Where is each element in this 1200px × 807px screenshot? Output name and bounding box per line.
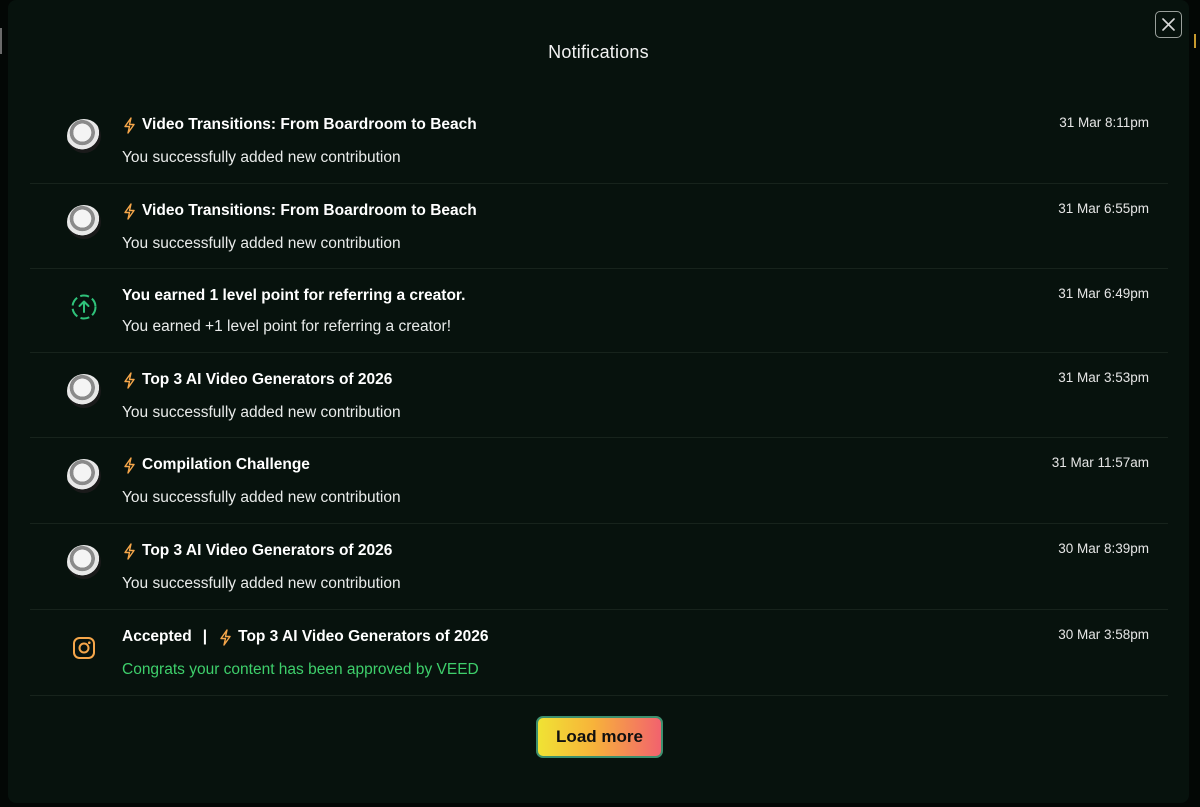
notification-title: Video Transitions: From Boardroom to Bea…	[122, 202, 477, 220]
notification-time: 30 Mar 3:58pm	[1058, 627, 1149, 642]
notification-item[interactable]: Compilation Challenge You successfully a…	[30, 438, 1168, 524]
notification-message: You successfully added new contribution	[122, 489, 401, 506]
close-icon	[1162, 18, 1175, 31]
notification-item[interactable]: Top 3 AI Video Generators of 2026 You su…	[30, 353, 1168, 438]
notification-title: Top 3 AI Video Generators of 2026	[122, 371, 392, 389]
notification-title: Accepted | Top 3 AI Video Generators of …	[122, 628, 489, 646]
notification-title: You earned 1 level point for referring a…	[122, 287, 466, 304]
notification-item[interactable]: You earned 1 level point for referring a…	[30, 269, 1168, 353]
avatar	[66, 204, 102, 240]
notification-item[interactable]: Video Transitions: From Boardroom to Bea…	[30, 98, 1168, 184]
notification-time: 30 Mar 8:39pm	[1058, 541, 1149, 556]
notification-time: 31 Mar 6:55pm	[1058, 201, 1149, 216]
modal-title: Notifications	[548, 42, 649, 62]
notification-title: Compilation Challenge	[122, 456, 310, 474]
instagram-icon	[66, 630, 102, 666]
background-edge-right	[1194, 34, 1200, 48]
notification-message: You successfully added new contribution	[122, 149, 401, 166]
notification-time: 31 Mar 8:11pm	[1059, 115, 1149, 130]
avatar	[66, 118, 102, 154]
status-label: Accepted	[122, 628, 192, 645]
notification-list: Video Transitions: From Boardroom to Bea…	[30, 98, 1168, 696]
level-up-icon	[66, 289, 102, 325]
notification-item[interactable]: Accepted | Top 3 AI Video Generators of …	[30, 610, 1168, 696]
notification-title: Video Transitions: From Boardroom to Bea…	[122, 116, 477, 134]
avatar	[66, 458, 102, 494]
bolt-icon	[124, 371, 135, 389]
bolt-icon	[124, 202, 135, 220]
avatar	[66, 544, 102, 580]
notification-time: 31 Mar 3:53pm	[1058, 370, 1149, 385]
notification-message: You successfully added new contribution	[122, 575, 401, 592]
avatar	[66, 373, 102, 409]
title-separator: |	[202, 628, 208, 645]
notification-item[interactable]: Video Transitions: From Boardroom to Bea…	[30, 184, 1168, 269]
notification-time: 31 Mar 6:49pm	[1058, 286, 1149, 301]
notification-message: You successfully added new contribution	[122, 404, 401, 421]
notification-message: You earned +1 level point for referring …	[122, 318, 452, 335]
bolt-icon	[124, 116, 135, 134]
bolt-icon	[220, 628, 231, 646]
notifications-modal: Notifications Video Transitions: From Bo…	[8, 0, 1189, 803]
close-button[interactable]	[1155, 11, 1182, 38]
notification-title: Top 3 AI Video Generators of 2026	[122, 542, 392, 560]
notification-item[interactable]: Top 3 AI Video Generators of 2026 You su…	[30, 524, 1168, 610]
load-more-button[interactable]: Load more	[536, 716, 663, 758]
notification-message: You successfully added new contribution	[122, 235, 401, 252]
background-edge-left	[0, 28, 2, 54]
notification-time: 31 Mar 11:57am	[1051, 455, 1149, 470]
notification-message: Congrats your content has been approved …	[122, 661, 479, 678]
bolt-icon	[124, 456, 135, 474]
bolt-icon	[124, 542, 135, 560]
